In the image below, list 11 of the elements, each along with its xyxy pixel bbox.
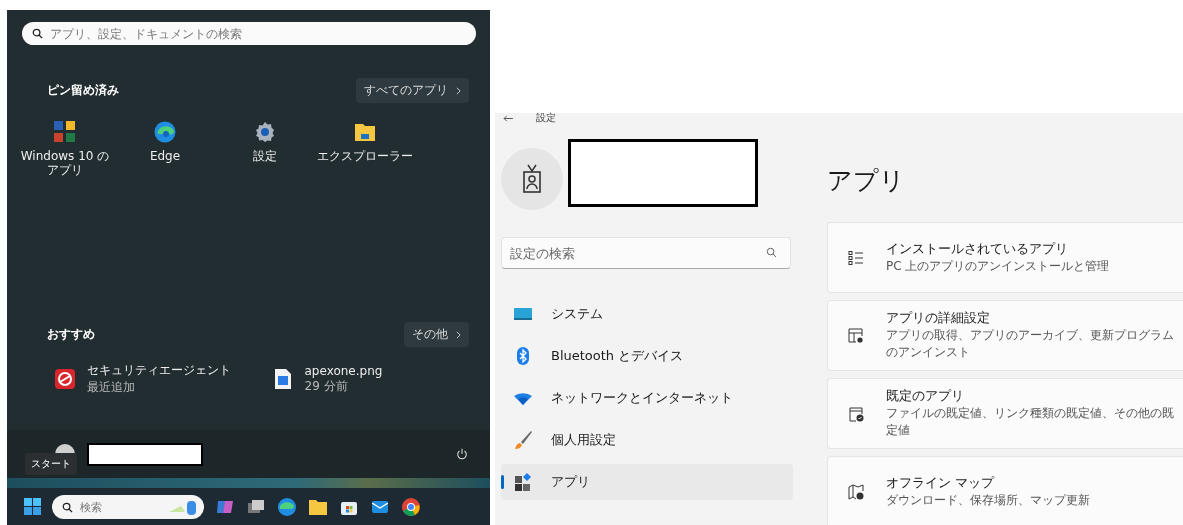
card-description: ファイルの既定値、リンク種類の既定値、その他の既定値	[886, 405, 1175, 439]
section-title: おすすめ	[47, 326, 95, 343]
window-title: 設定	[536, 113, 556, 123]
section-title: ピン留め済み	[47, 82, 119, 99]
recommended-item-detail: 29 分前	[304, 378, 349, 395]
recommended-item-detail: 最近追加	[87, 379, 136, 396]
card-description: ダウンロード、保存場所、マップ更新	[886, 491, 1090, 509]
card-description: アプリの取得、アプリのアーカイブ、更新プログラムのアンインスト	[886, 327, 1175, 361]
tooltip: スタート	[25, 453, 77, 475]
card-description: PC 上のアプリのアンインストールと管理	[886, 257, 1110, 275]
page-title: アプリ	[827, 165, 906, 197]
